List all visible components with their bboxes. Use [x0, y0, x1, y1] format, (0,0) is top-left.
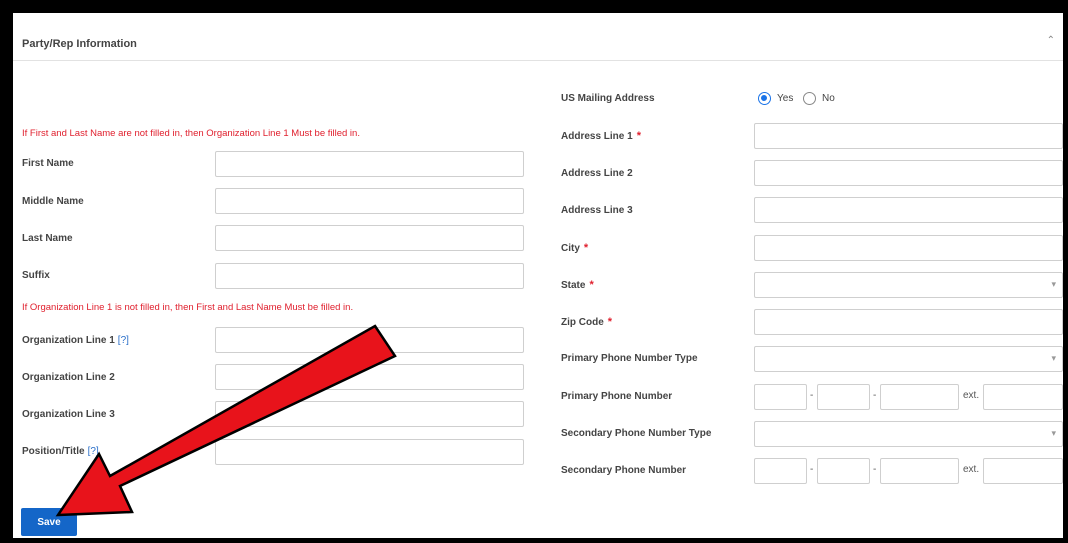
secondary-phone-line-input[interactable]	[880, 458, 959, 484]
middle-name-label: Middle Name	[22, 196, 84, 207]
suffix-label: Suffix	[22, 270, 50, 281]
organization-line-1-input[interactable]	[215, 327, 524, 353]
state-label: State *	[561, 279, 594, 291]
phone-separator: -	[873, 464, 877, 475]
secondary-phone-prefix-input[interactable]	[817, 458, 870, 484]
ext-label: ext.	[963, 464, 980, 475]
name-requirement-warning: If First and Last Name are not filled in…	[22, 128, 360, 139]
primary-phone-prefix-input[interactable]	[817, 384, 870, 410]
address-line-3-input[interactable]	[754, 197, 1063, 223]
first-name-input[interactable]	[215, 151, 524, 177]
primary-phone-ext-input[interactable]	[983, 384, 1063, 410]
party-rep-panel: Party/Rep Information ⌃ If First and Las…	[13, 13, 1063, 538]
address-line-1-text: Address Line 1	[561, 131, 633, 142]
us-mailing-address-label: US Mailing Address	[561, 93, 655, 104]
required-mark: *	[583, 242, 589, 254]
chevron-up-icon[interactable]: ⌃	[1047, 35, 1055, 46]
secondary-phone-type-select[interactable]	[754, 421, 1063, 447]
organization-line-1-text: Organization Line 1	[22, 335, 115, 346]
address-line-3-label: Address Line 3	[561, 205, 633, 216]
position-title-label: Position/Title [?]	[22, 446, 99, 457]
state-select[interactable]	[754, 272, 1063, 298]
city-input[interactable]	[754, 235, 1063, 261]
save-button[interactable]: Save	[21, 508, 77, 536]
panel-header[interactable]: Party/Rep Information ⌃	[13, 13, 1063, 61]
organization-help-link[interactable]: [?]	[118, 335, 129, 346]
panel-title: Party/Rep Information	[22, 38, 137, 50]
last-name-input[interactable]	[215, 225, 524, 251]
middle-name-input[interactable]	[215, 188, 524, 214]
primary-phone-type-label: Primary Phone Number Type	[561, 353, 698, 364]
zip-code-label: Zip Code *	[561, 316, 612, 328]
org-requirement-warning: If Organization Line 1 is not filled in,…	[22, 302, 354, 313]
position-title-text: Position/Title	[22, 446, 85, 457]
phone-separator: -	[810, 464, 814, 475]
first-name-label: First Name	[22, 158, 74, 169]
phone-separator: -	[873, 390, 877, 401]
primary-phone-line-input[interactable]	[880, 384, 959, 410]
required-mark: *	[589, 279, 594, 291]
position-title-input[interactable]	[215, 439, 524, 465]
address-line-2-label: Address Line 2	[561, 168, 633, 179]
organization-line-1-label: Organization Line 1 [?]	[22, 335, 129, 346]
organization-line-2-input[interactable]	[215, 364, 524, 390]
city-label: City *	[561, 242, 588, 254]
us-mailing-yes-label[interactable]: Yes	[777, 93, 793, 104]
organization-line-2-label: Organization Line 2	[22, 372, 115, 383]
organization-line-3-input[interactable]	[215, 401, 524, 427]
primary-phone-area-input[interactable]	[754, 384, 807, 410]
position-help-link[interactable]: [?]	[88, 446, 99, 457]
required-mark: *	[636, 130, 641, 142]
ext-label: ext.	[963, 390, 980, 401]
required-mark: *	[607, 316, 613, 328]
city-text: City	[561, 243, 580, 254]
us-mailing-no-radio[interactable]	[803, 92, 816, 105]
primary-phone-label: Primary Phone Number	[561, 391, 673, 402]
last-name-label: Last Name	[22, 233, 73, 244]
organization-line-3-label: Organization Line 3	[22, 409, 115, 420]
suffix-input[interactable]	[215, 263, 524, 289]
us-mailing-yes-radio[interactable]	[758, 92, 771, 105]
secondary-phone-ext-input[interactable]	[983, 458, 1063, 484]
phone-separator: -	[810, 390, 814, 401]
zip-code-input[interactable]	[754, 309, 1063, 335]
zip-code-text: Zip Code	[561, 317, 604, 328]
address-line-2-input[interactable]	[754, 160, 1063, 186]
address-line-1-input[interactable]	[754, 123, 1063, 149]
secondary-phone-area-input[interactable]	[754, 458, 807, 484]
us-mailing-no-label[interactable]: No	[822, 93, 835, 104]
secondary-phone-label: Secondary Phone Number	[561, 465, 687, 476]
primary-phone-type-select[interactable]	[754, 346, 1063, 372]
state-text: State	[561, 280, 586, 291]
address-line-1-label: Address Line 1 *	[561, 130, 641, 142]
secondary-phone-type-label: Secondary Phone Number Type	[561, 428, 712, 439]
